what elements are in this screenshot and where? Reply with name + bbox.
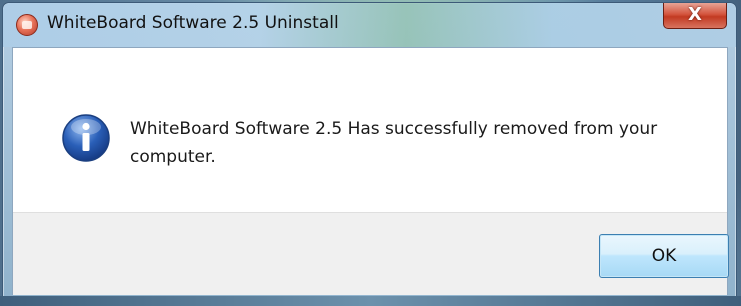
title-bar[interactable]: WhiteBoard Software 2.5 Uninstall X xyxy=(3,3,736,47)
desktop-bottom-strip xyxy=(0,296,741,306)
dialog-content: WhiteBoard Software 2.5 Has successfully… xyxy=(12,47,729,295)
ok-button[interactable]: OK xyxy=(599,234,729,278)
window-title: WhiteBoard Software 2.5 Uninstall xyxy=(47,13,339,33)
dialog-button-bar: OK xyxy=(13,212,729,295)
uninstall-dialog-window: WhiteBoard Software 2.5 Uninstall X Whit… xyxy=(2,2,737,302)
close-icon: X xyxy=(688,4,702,25)
dialog-message: WhiteBoard Software 2.5 Has successfully… xyxy=(130,119,658,167)
information-icon xyxy=(62,114,110,162)
uninstall-app-icon xyxy=(16,14,38,36)
close-button[interactable]: X xyxy=(663,3,727,29)
